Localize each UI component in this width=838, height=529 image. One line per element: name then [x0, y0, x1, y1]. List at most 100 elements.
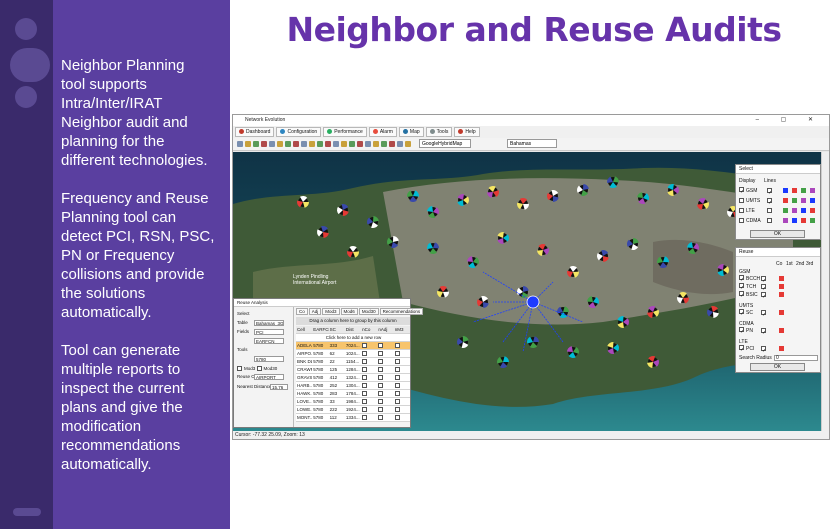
color-swatch[interactable]: [783, 188, 788, 193]
cell-checkbox[interactable]: [394, 367, 400, 372]
cell-checkbox[interactable]: [394, 383, 400, 388]
table-row[interactable]: BNK DL...5780 22 1154...: [296, 358, 410, 366]
table-row[interactable]: LOWE...5780 222 1924...: [296, 406, 410, 414]
cell-checkbox[interactable]: [378, 415, 384, 420]
toolbar-tool-icon[interactable]: [397, 141, 403, 147]
tab-performance[interactable]: Performance: [323, 127, 367, 137]
display-checkbox[interactable]: [739, 208, 744, 213]
color-swatch[interactable]: [801, 198, 806, 203]
cell-checkbox[interactable]: [378, 375, 384, 380]
toolbar-tool-icon[interactable]: [373, 141, 379, 147]
color-swatch[interactable]: [792, 208, 797, 213]
reuse-param-checkbox[interactable]: ✓: [739, 327, 744, 335]
cell-checkbox[interactable]: [394, 351, 400, 356]
grid-column-header[interactable]: Cell: [296, 326, 312, 333]
cell-checkbox[interactable]: [362, 351, 368, 356]
grid-column-header[interactable]: Dist: [345, 326, 361, 333]
table-row[interactable]: HARB... 5780 252 1304...: [296, 382, 410, 390]
toolbar-tool-icon[interactable]: [277, 141, 283, 147]
toolbar-tool-icon[interactable]: [317, 141, 323, 147]
serving-site-icon[interactable]: [526, 295, 540, 309]
cell-checkbox[interactable]: [362, 343, 368, 348]
lines-checkbox[interactable]: ✓: [767, 188, 772, 196]
filter-input[interactable]: Bahamas_3G_CELL: [254, 320, 284, 326]
reuse-param-checkbox[interactable]: ✓: [739, 283, 744, 291]
color-swatch[interactable]: [801, 218, 806, 223]
cell-checkbox[interactable]: [394, 391, 400, 396]
region-select[interactable]: Bahamas: [507, 139, 557, 148]
display-checkbox[interactable]: ✓: [739, 187, 744, 195]
cell-checkbox[interactable]: [378, 391, 384, 396]
analysis-tab[interactable]: Mod30: [358, 308, 379, 315]
tab-alarm[interactable]: Alarm: [368, 127, 397, 137]
toolbar-tool-icon[interactable]: [381, 141, 387, 147]
color-swatch[interactable]: [779, 276, 784, 281]
reuse-cell-input[interactable]: AIRPORT WEST: [254, 374, 284, 380]
nearest-distance-input[interactable]: 15.76: [270, 384, 288, 390]
reuse-lines-checkbox[interactable]: ✓: [761, 346, 766, 354]
color-swatch[interactable]: [779, 284, 784, 289]
reuse-lines-checkbox[interactable]: ✓: [761, 292, 766, 300]
color-swatch[interactable]: [810, 208, 815, 213]
lines-checkbox[interactable]: [767, 218, 772, 223]
reuse-param-checkbox[interactable]: ✓: [739, 309, 744, 317]
color-swatch[interactable]: [801, 208, 806, 213]
color-swatch[interactable]: [810, 188, 815, 193]
filter-input[interactable]: EARFCN: [254, 338, 284, 344]
toolbar-tool-icon[interactable]: [293, 141, 299, 147]
analysis-tab[interactable]: Mod3: [322, 308, 340, 315]
table-row[interactable]: AIRPO...5780 62 1024...: [296, 350, 410, 358]
table-row[interactable]: MONT... 5780 112 1334...: [296, 414, 410, 422]
cell-checkbox[interactable]: [362, 367, 368, 372]
analysis-tab[interactable]: Recommendations: [379, 308, 424, 315]
reuse-lines-checkbox[interactable]: ✓: [761, 328, 766, 336]
grid-column-header[interactable]: SC: [329, 326, 345, 333]
select-ok-button[interactable]: OK: [750, 230, 805, 238]
reuse-lines-checkbox[interactable]: ✓: [761, 276, 766, 284]
lines-checkbox[interactable]: ✓: [767, 198, 772, 206]
toolbar-tool-icon[interactable]: [237, 141, 243, 147]
color-swatch[interactable]: [810, 218, 815, 223]
cell-checkbox[interactable]: [378, 407, 384, 412]
color-swatch[interactable]: [792, 198, 797, 203]
map-layer-select[interactable]: GoogleHybridMap: [419, 139, 471, 148]
lines-checkbox[interactable]: [767, 208, 772, 213]
filter-input[interactable]: PCI: [254, 329, 284, 335]
color-swatch[interactable]: [783, 198, 788, 203]
toolbar-tool-icon[interactable]: [357, 141, 363, 147]
toolbar-tool-icon[interactable]: [349, 141, 355, 147]
display-checkbox[interactable]: [739, 198, 744, 203]
cell-checkbox[interactable]: [378, 367, 384, 372]
cell-checkbox[interactable]: [362, 415, 368, 420]
cell-checkbox[interactable]: [362, 375, 368, 380]
toolbar-tool-icon[interactable]: [269, 141, 275, 147]
map-side-toolbar[interactable]: [821, 152, 829, 433]
color-swatch[interactable]: [779, 328, 784, 333]
toolbar-tool-icon[interactable]: [341, 141, 347, 147]
add-row-hint[interactable]: Click here to add a new row: [296, 334, 410, 342]
reuse-lines-checkbox[interactable]: ✓: [761, 310, 766, 318]
tab-dashboard[interactable]: Dashboard: [235, 127, 275, 137]
toolbar-tool-icon[interactable]: [245, 141, 251, 147]
cell-checkbox[interactable]: [362, 359, 368, 364]
cell-checkbox[interactable]: [394, 343, 400, 348]
filter-input[interactable]: 5780: [254, 356, 284, 362]
color-swatch[interactable]: [779, 346, 784, 351]
toolbar-tool-icon[interactable]: [309, 141, 315, 147]
cell-checkbox[interactable]: [378, 343, 384, 348]
analysis-tab[interactable]: Co: [296, 308, 308, 315]
color-swatch[interactable]: [783, 218, 788, 223]
color-swatch[interactable]: [783, 208, 788, 213]
table-row[interactable]: GRAVS...5780 412 1324...: [296, 374, 410, 382]
toolbar-tool-icon[interactable]: [389, 141, 395, 147]
cell-checkbox[interactable]: [394, 407, 400, 412]
cell-checkbox[interactable]: [378, 383, 384, 388]
reuse-ok-button[interactable]: OK: [750, 363, 805, 371]
table-row[interactable]: ADELA...5780 333 7024...: [296, 342, 410, 350]
color-swatch[interactable]: [792, 188, 797, 193]
cell-checkbox[interactable]: [362, 391, 368, 396]
cell-checkbox[interactable]: [394, 375, 400, 380]
tab-tools[interactable]: Tools: [425, 127, 453, 137]
cell-checkbox[interactable]: [394, 359, 400, 364]
tab-map[interactable]: Map: [398, 127, 424, 137]
